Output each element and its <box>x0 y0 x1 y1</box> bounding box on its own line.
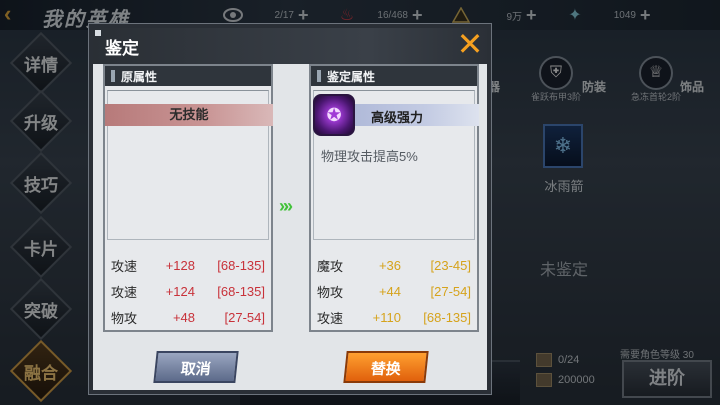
replace-button[interactable]: 替换 <box>343 351 429 383</box>
appraised-attributes-panel: 鉴定属性 ✪ 高级强力 物理攻击提高5% 魔攻 +36 [23-45] 物攻 +… <box>309 64 479 332</box>
stat-value: +128 <box>165 257 195 273</box>
appraised-attributes-title: 鉴定属性 <box>327 69 376 84</box>
stat-name: 攻速 <box>111 284 138 300</box>
stat-value: +48 <box>172 309 195 325</box>
header-corner-decoration <box>95 30 101 36</box>
stat-value: +124 <box>165 283 195 299</box>
stat-range: [27-54] <box>430 283 471 299</box>
stat-range: [68-135] <box>423 309 471 325</box>
stat-row: 物攻 +44 [27-54] <box>311 278 477 304</box>
stat-name: 物攻 <box>111 310 138 326</box>
stat-row: 攻速 +124 [68-135] <box>105 278 271 304</box>
stat-range: [68-135] <box>217 283 265 299</box>
appraised-skill-description: 物理攻击提高5% <box>321 149 418 164</box>
appraised-skill-name: 高级强力 <box>371 110 424 125</box>
original-attributes-title: 原属性 <box>121 69 158 84</box>
appraised-attributes-header: 鉴定属性 <box>311 66 477 86</box>
stat-value: +110 <box>372 309 401 325</box>
stat-row: 魔攻 +36 [23-45] <box>311 252 477 278</box>
appraised-stat-list: 魔攻 +36 [23-45] 物攻 +44 [27-54] 攻速 +110 [6… <box>311 252 477 330</box>
modal-title: 鉴定 <box>105 39 139 59</box>
original-attributes-header: 原属性 <box>105 66 271 86</box>
close-icon[interactable]: ✕ <box>455 28 485 60</box>
stat-row: 攻速 +128 [68-135] <box>105 252 271 278</box>
stat-range: [27-54] <box>224 309 265 325</box>
stat-name: 攻速 <box>317 310 344 326</box>
stat-value: +36 <box>378 257 401 273</box>
double-chevron-right-icon: »» <box>279 196 293 216</box>
stat-range: [68-135] <box>217 257 265 273</box>
strength-skill-icon[interactable]: ✪ <box>313 94 355 136</box>
stat-name: 魔攻 <box>317 258 344 274</box>
no-skill-label: 无技能 <box>105 104 273 126</box>
original-attributes-panel: 原属性 无技能 攻速 +128 [68-135] 攻速 +124 [68-135… <box>103 64 273 332</box>
stat-value: +44 <box>378 283 401 299</box>
stat-row: 攻速 +110 [68-135] <box>311 304 477 330</box>
stat-range: [23-45] <box>430 257 471 273</box>
modal-header: 鉴定 ✕ <box>93 28 487 64</box>
original-stat-list: 攻速 +128 [68-135] 攻速 +124 [68-135] 物攻 +48… <box>105 252 271 330</box>
stat-name: 物攻 <box>317 284 344 300</box>
appraise-modal: 鉴定 ✕ 新 原属性 无技能 攻速 +128 [68-135] 攻速 +124 … <box>89 24 491 394</box>
appraised-skill-row: ✪ 高级强力 <box>311 94 479 138</box>
stat-row: 物攻 +48 [27-54] <box>105 304 271 330</box>
stat-name: 攻速 <box>111 258 138 274</box>
cancel-button[interactable]: 取消 <box>153 351 239 383</box>
